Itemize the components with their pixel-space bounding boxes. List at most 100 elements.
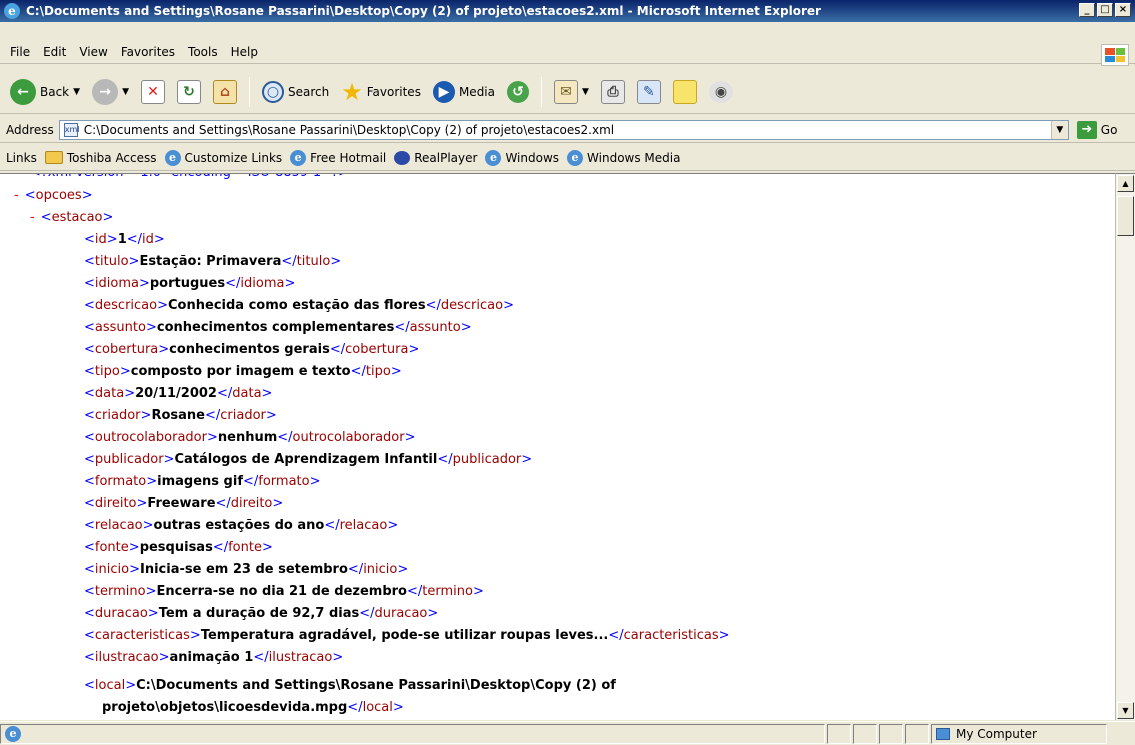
print-button[interactable]: ⎙ (597, 76, 629, 108)
maximize-button[interactable]: □ (1097, 3, 1113, 17)
toolbar-separator-2 (541, 76, 542, 107)
tag-name: formato (94, 474, 147, 489)
minimize-button[interactable]: _ (1079, 3, 1095, 17)
xml-field-inicio: <inicio>Inicia-se em 23 de setembro</ini… (84, 562, 409, 577)
field-value: Rosane (151, 408, 205, 423)
menu-edit[interactable]: Edit (39, 45, 75, 59)
back-button[interactable]: ← Back ▼ (6, 76, 84, 108)
tag-name: criador (220, 408, 266, 423)
tag-name: idioma (94, 276, 139, 291)
mail-dropdown-icon[interactable]: ▼ (582, 87, 589, 97)
home-button[interactable]: ⌂ (209, 76, 241, 108)
status-pane (879, 723, 903, 744)
my-computer-icon (936, 727, 950, 740)
media-button[interactable]: ▶ Media (429, 76, 499, 108)
field-value: 20/11/2002 (135, 386, 217, 401)
tag-name: id (142, 232, 154, 247)
tag-name: data (232, 386, 262, 401)
forward-arrow-icon: → (92, 78, 119, 105)
scroll-up-icon[interactable]: ▲ (1117, 175, 1134, 192)
xml-field-formato: <formato>imagens gif</formato> (84, 474, 321, 489)
history-button[interactable]: ↺ (503, 76, 533, 108)
field-value: projeto\objetos\licoesdevida.mpg (102, 700, 348, 715)
address-input[interactable]: xml C:\Documents and Settings\Rosane Pas… (58, 119, 1069, 140)
forward-dropdown-icon[interactable]: ▼ (122, 87, 129, 97)
tag-name: termino (94, 584, 146, 599)
link-realplayer[interactable]: RealPlayer (394, 150, 477, 165)
mail-icon: ✉ (554, 79, 578, 104)
xml-node-estacao: - <estacao> (30, 210, 114, 225)
xml-field-local: <local>C:\Documents and Settings\Rosane … (84, 678, 616, 693)
favorites-button[interactable]: ★ Favorites (337, 76, 425, 108)
scroll-down-icon[interactable]: ▼ (1117, 702, 1134, 719)
xml-field-ilustracao: <ilustracao>animação 1</ilustracao> (84, 650, 344, 665)
vertical-scrollbar[interactable]: ▲ ▼ (1115, 173, 1135, 720)
tag-name: inicio (363, 562, 398, 577)
folder-icon (44, 151, 63, 164)
field-value: 1 (117, 232, 127, 247)
menu-favorites[interactable]: Favorites (117, 45, 184, 59)
link-toshiba-access[interactable]: Toshiba Access (44, 150, 157, 165)
tag-name: direito (230, 496, 273, 511)
xml-field-descricao: <descricao>Conhecida como estação das fl… (84, 298, 514, 313)
note-icon (672, 79, 697, 104)
edit-icon: ✎ (636, 79, 661, 104)
tag-name: ilustracao (268, 650, 333, 665)
collapse-toggle[interactable]: - (30, 210, 35, 225)
link-windows-media[interactable]: e Windows Media (567, 149, 680, 166)
ie-window: e C:\Documents and Settings\Rosane Passa… (0, 0, 1135, 745)
link-label: Toshiba Access (66, 150, 157, 165)
links-label: Links (6, 150, 37, 165)
xml-field-duracao: <duracao>Tem a duração de 92,7 dias</dur… (84, 606, 439, 621)
title-bar[interactable]: e C:\Documents and Settings\Rosane Passa… (0, 0, 1135, 22)
go-button[interactable]: ➜ Go (1076, 120, 1118, 139)
messenger-button[interactable]: ◉ (705, 76, 737, 108)
ie-page-icon: e (485, 149, 502, 166)
menu-tools[interactable]: Tools (184, 45, 227, 59)
link-label: Customize Links (184, 150, 283, 165)
link-windows[interactable]: e Windows (485, 149, 559, 166)
tag-name: descricao (94, 298, 158, 313)
field-value: conhecimentos gerais (169, 342, 330, 357)
xml-field-publicador: <publicador>Catálogos de Aprendizagem In… (84, 452, 533, 467)
scroll-thumb[interactable] (1117, 196, 1134, 236)
status-main: e (0, 723, 825, 744)
stop-button[interactable]: ✕ (137, 76, 169, 108)
mail-button[interactable]: ✉ ▼ (550, 76, 593, 108)
tag-name: local (362, 700, 393, 715)
link-customize-links[interactable]: e Customize Links (164, 149, 283, 166)
xml-field-termino: <termino>Encerra-se no dia 21 de dezembr… (84, 584, 484, 599)
menu-view[interactable]: View (75, 45, 116, 59)
tag-name: assunto (409, 320, 461, 335)
favorites-star-icon: ★ (341, 77, 363, 106)
field-value: Conhecida como estação das flores (168, 298, 426, 313)
link-label: Free Hotmail (310, 150, 387, 165)
address-bar: Address xml C:\Documents and Settings\Ro… (0, 117, 1135, 143)
print-icon: ⎙ (600, 79, 625, 104)
tag-name: tipo (94, 364, 120, 379)
tag-name: id (94, 232, 107, 247)
xml-field-idioma: <idioma>portugues</idioma> (84, 276, 296, 291)
tag-name: local (94, 678, 126, 693)
xml-root-opcoes: - <opcoes> (14, 188, 93, 203)
collapse-toggle[interactable]: - (14, 188, 19, 203)
close-button[interactable]: × (1115, 3, 1131, 17)
tag-name: cobertura (345, 342, 409, 357)
refresh-button[interactable]: ↻ (173, 76, 205, 108)
menu-help[interactable]: Help (227, 45, 267, 59)
discuss-button[interactable] (669, 76, 701, 108)
page-status-icon: e (5, 725, 21, 742)
field-value: conhecimentos complementares (156, 320, 395, 335)
go-label: Go (1100, 122, 1118, 137)
address-dropdown-icon[interactable]: ▼ (1050, 120, 1068, 139)
back-dropdown-icon[interactable]: ▼ (73, 87, 80, 97)
forward-button[interactable]: → ▼ (88, 76, 133, 108)
xml-field-caracteristicas: <caracteristicas>Temperatura agradável, … (84, 628, 730, 643)
link-free-hotmail[interactable]: e Free Hotmail (290, 149, 387, 166)
tag-name: duracao (94, 606, 148, 621)
menu-file[interactable]: File (6, 45, 39, 59)
search-button[interactable]: ○ Search (258, 76, 333, 108)
edit-button[interactable]: ✎ (633, 76, 665, 108)
back-label: Back (40, 84, 70, 99)
home-icon: ⌂ (212, 79, 237, 104)
